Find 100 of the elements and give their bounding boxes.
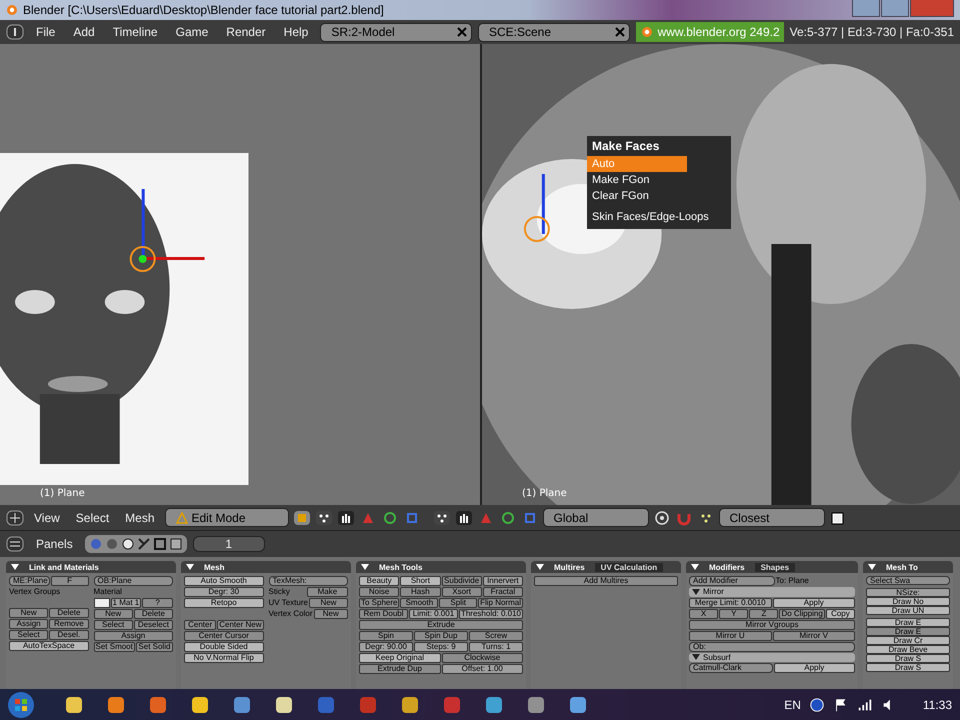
toggle-button[interactable]: Draw Cr [866, 636, 950, 645]
toggle-button[interactable]: Apply [772, 598, 855, 608]
collapse-icon[interactable] [536, 563, 544, 571]
toggle-button[interactable]: Draw E [866, 618, 950, 627]
panels-menu[interactable]: Panels [30, 537, 79, 551]
menu-item[interactable]: Add [67, 25, 101, 39]
panel-button[interactable]: Clockwise [442, 653, 523, 663]
menu-item[interactable]: Select [70, 510, 116, 524]
image-icon[interactable] [168, 537, 183, 551]
panel-button[interactable]: Noise [359, 587, 400, 597]
collapse-icon[interactable] [868, 563, 876, 571]
orientation-selector[interactable]: Global [542, 508, 648, 527]
maximize-button[interactable] [881, 0, 909, 17]
menu-item[interactable]: Make FGon [587, 172, 731, 188]
vertices-icon[interactable] [432, 508, 450, 526]
toggle-button[interactable]: AutoTexSpace [9, 641, 88, 651]
panel-button[interactable]: Extrude Dup [359, 664, 440, 674]
number-field[interactable]: Innervert [482, 576, 523, 586]
toggle-button[interactable]: Double Sided [184, 642, 264, 652]
panel-tab[interactable]: Mesh [198, 562, 230, 572]
app-icon[interactable] [568, 694, 588, 714]
sphere-icon[interactable] [120, 537, 135, 551]
number-field[interactable]: 1 Mat 1 [110, 598, 142, 608]
toggle-button[interactable]: Draw S [866, 663, 950, 672]
app-icon[interactable] [190, 694, 210, 714]
app-icon[interactable] [484, 694, 504, 714]
vertices-icon[interactable] [314, 508, 332, 526]
app-icon[interactable] [274, 694, 294, 714]
modifier-header[interactable]: Mirror [689, 587, 855, 596]
panel-button[interactable]: New [308, 598, 348, 608]
panel-button[interactable]: Select [9, 630, 48, 640]
snap-selector[interactable]: Closest [718, 508, 824, 527]
panel-button[interactable]: Mirror Vgroups [689, 620, 855, 630]
panel-button[interactable]: Center New [217, 620, 264, 630]
number-field[interactable]: Steps: 9 [414, 642, 468, 652]
panel-button[interactable]: Assign [9, 619, 48, 629]
panel-button[interactable]: Center Cursor [184, 630, 264, 640]
panel-button[interactable]: ? [142, 598, 173, 608]
number-field[interactable]: Degr: 90.00 [359, 642, 413, 652]
panel-button[interactable]: New [94, 608, 133, 618]
menu-item[interactable]: File [30, 25, 62, 39]
toggle-button[interactable]: Apply [774, 663, 855, 673]
app-icon[interactable] [106, 694, 126, 714]
collapse-icon[interactable] [186, 563, 194, 571]
panel-tab[interactable]: Shapes [754, 562, 796, 572]
panel-button[interactable]: Center [184, 620, 216, 630]
menu-item[interactable]: Timeline [106, 25, 164, 39]
panel-button[interactable]: Screw [469, 631, 523, 641]
context-buttons[interactable] [84, 535, 187, 553]
toggle-button[interactable]: Draw UN [866, 606, 950, 615]
window-type-icon[interactable] [6, 535, 24, 553]
number-field[interactable]: Merge Limit: 0.0010 [689, 598, 772, 608]
toggle-button[interactable]: Short [400, 576, 440, 586]
panel-button[interactable]: To Sphere [359, 598, 400, 608]
window-type-icon[interactable] [6, 508, 24, 526]
panel-tab[interactable]: Multires [548, 562, 591, 572]
text-field[interactable]: Add Modifier [689, 576, 774, 586]
toggle-button[interactable]: Draw S [866, 654, 950, 663]
menu-item[interactable]: View [28, 510, 66, 524]
panel-button[interactable]: Fractal [482, 587, 523, 597]
panel-button[interactable]: Delete [134, 608, 173, 618]
panel-button[interactable]: F [50, 576, 88, 586]
panel-button[interactable]: Extrude [359, 620, 523, 630]
panel-button[interactable]: Xsort [442, 587, 482, 597]
panel-button[interactable]: Deselect [134, 620, 173, 630]
number-field[interactable]: Offset: 1.00 [442, 664, 523, 674]
text-field[interactable]: TexMesh: [268, 576, 348, 586]
number-field[interactable]: NSize: [866, 588, 950, 597]
collapse-icon[interactable] [361, 563, 369, 571]
frame-field[interactable]: 1 [192, 536, 265, 552]
start-button[interactable] [6, 690, 36, 720]
text-field[interactable]: Catmull-Clark [689, 663, 772, 673]
number-field[interactable]: Limit: 0.001 [408, 609, 458, 619]
modifier-name[interactable]: Subsurf [703, 652, 731, 662]
toggle-button[interactable]: No V.Normal Flip [184, 652, 264, 662]
panel-button[interactable]: Select [94, 620, 133, 630]
color-swatch[interactable] [94, 598, 110, 608]
panel-button[interactable]: Set Solid [136, 642, 173, 652]
panel-button[interactable]: Mirror U [689, 630, 772, 640]
panel-tab[interactable]: UV Calculation [594, 562, 664, 572]
panel-button[interactable]: New [9, 608, 48, 618]
info-icon[interactable] [6, 23, 24, 41]
app-icon[interactable] [526, 694, 546, 714]
screen-selector[interactable]: SR:2-Model [320, 22, 472, 42]
panel-button[interactable]: Hash [400, 587, 440, 597]
app-icon[interactable] [148, 694, 168, 714]
panel-button[interactable]: X [689, 608, 718, 618]
panel-button[interactable]: Delete [49, 608, 88, 618]
app-icon[interactable] [400, 694, 420, 714]
menu-item[interactable]: Mesh [119, 510, 160, 524]
panel-button[interactable]: Add Multires [534, 576, 678, 586]
panel-button[interactable]: Mirror V [772, 630, 855, 640]
menu-item[interactable]: Game [170, 25, 214, 39]
square-icon[interactable] [152, 537, 167, 551]
panel-button[interactable]: Remove [49, 619, 88, 629]
number-field[interactable]: Degr: 30 [184, 587, 264, 597]
panel-button[interactable]: Do Clipping [779, 608, 825, 618]
panel-button[interactable]: New [314, 609, 348, 619]
language-indicator[interactable]: EN [784, 698, 801, 712]
menu-item[interactable]: Help [278, 25, 314, 39]
